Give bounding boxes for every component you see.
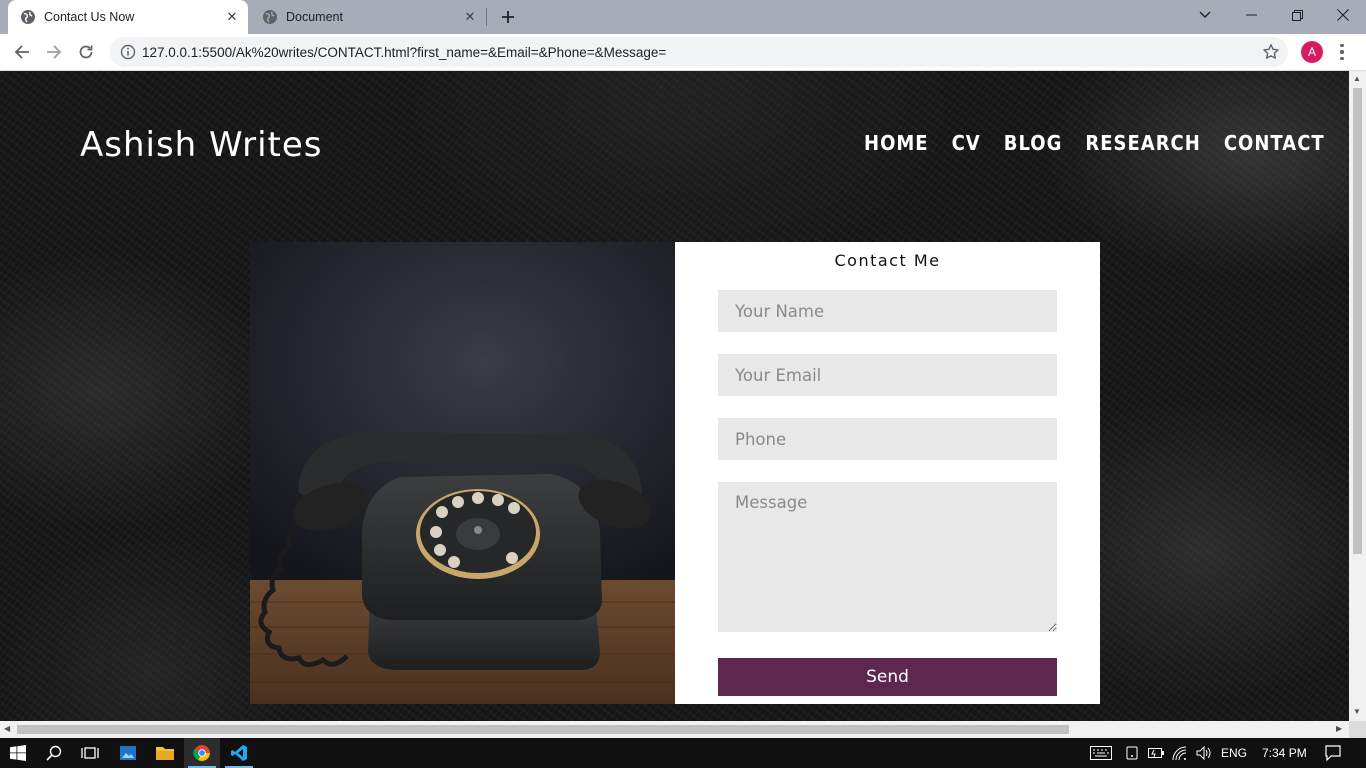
wifi-tray-icon[interactable]	[1168, 738, 1192, 768]
nav-home[interactable]: HOME	[864, 131, 929, 155]
speaker-icon	[1196, 746, 1211, 760]
profile-avatar[interactable]: A	[1301, 41, 1323, 63]
name-input[interactable]	[718, 290, 1057, 332]
start-button[interactable]	[0, 738, 36, 768]
task-view-button[interactable]	[72, 738, 108, 768]
close-tab-icon[interactable]: ✕	[222, 7, 242, 27]
windows-logo-icon	[10, 745, 26, 761]
tab-separator	[486, 8, 487, 26]
contact-card: Contact Me Send	[250, 242, 1100, 704]
device-icon	[1126, 746, 1138, 760]
vertical-scrollbar[interactable]: ▲ ▼	[1349, 71, 1366, 721]
battery-icon	[1148, 748, 1164, 758]
nav-contact[interactable]: CONTACT	[1224, 131, 1325, 155]
horizontal-scroll-thumb[interactable]	[17, 725, 1069, 734]
vertical-scroll-thumb[interactable]	[1353, 88, 1362, 554]
new-tab-button[interactable]	[496, 5, 520, 29]
address-url: 127.0.0.1:5500/Ak%20writes/CONTACT.html?…	[142, 44, 667, 60]
photos-icon	[120, 746, 136, 760]
windows-taskbar: ENG 7:34 PM	[0, 738, 1366, 768]
battery-tray-icon[interactable]	[1144, 738, 1168, 768]
scroll-left-icon[interactable]: ◀	[4, 724, 10, 733]
vscode-icon	[231, 745, 247, 761]
form-title: Contact Me	[834, 251, 941, 270]
back-button[interactable]	[8, 38, 36, 66]
main-nav: HOME CV BLOG RESEARCH CONTACT	[864, 131, 1325, 155]
browser-menu-icon[interactable]	[1336, 40, 1348, 64]
globe-icon	[21, 10, 35, 24]
language-indicator[interactable]: ENG	[1221, 738, 1247, 768]
close-icon	[1337, 9, 1349, 21]
chevron-down-icon	[1199, 11, 1211, 18]
photos-app-button[interactable]	[110, 738, 146, 768]
contact-form: Contact Me Send	[675, 242, 1100, 704]
send-button[interactable]: Send	[718, 658, 1057, 696]
reload-icon	[79, 45, 93, 59]
wifi-icon	[1172, 746, 1187, 760]
device-tray-icon[interactable]	[1120, 738, 1144, 768]
keyboard-icon	[1090, 746, 1112, 760]
volume-tray-icon[interactable]	[1192, 738, 1216, 768]
phone-input[interactable]	[718, 418, 1057, 460]
plus-icon	[502, 11, 514, 23]
tab-title: Contact Us Now	[44, 10, 135, 24]
tab-document[interactable]: Document ✕	[250, 0, 486, 34]
arrow-right-icon	[47, 45, 62, 59]
task-view-icon	[81, 747, 99, 759]
tab-search-button[interactable]	[1182, 0, 1228, 30]
scrollbar-corner	[1349, 721, 1366, 738]
close-tab-icon[interactable]: ✕	[460, 7, 480, 27]
minimize-button[interactable]	[1228, 0, 1274, 30]
notifications-button[interactable]	[1318, 738, 1348, 768]
search-icon	[46, 745, 62, 761]
vscode-taskbar-button[interactable]	[221, 738, 257, 768]
scroll-down-icon[interactable]: ▼	[1353, 707, 1361, 716]
chrome-taskbar-button[interactable]	[184, 738, 220, 768]
message-textarea[interactable]	[718, 482, 1057, 632]
scroll-right-icon[interactable]: ▶	[1336, 724, 1342, 733]
folder-icon	[156, 747, 174, 760]
page-viewport: Ashish Writes HOME CV BLOG RESEARCH CONT…	[0, 71, 1349, 721]
browser-tab-strip: Contact Us Now ✕ Document ✕	[0, 0, 1366, 34]
nav-blog[interactable]: BLOG	[1004, 131, 1063, 155]
address-bar[interactable]: 127.0.0.1:5500/Ak%20writes/CONTACT.html?…	[110, 37, 1288, 67]
forward-button[interactable]	[40, 38, 68, 66]
file-explorer-button[interactable]	[147, 738, 183, 768]
email-input[interactable]	[718, 354, 1057, 396]
scroll-up-icon[interactable]: ▲	[1353, 74, 1361, 83]
reload-button[interactable]	[72, 38, 100, 66]
nav-cv[interactable]: CV	[952, 131, 981, 155]
notification-icon	[1325, 745, 1341, 761]
close-window-button[interactable]	[1320, 0, 1366, 30]
nav-research[interactable]: RESEARCH	[1085, 131, 1200, 155]
clock[interactable]: 7:34 PM	[1262, 738, 1307, 768]
bookmark-star-icon[interactable]	[1262, 43, 1280, 61]
restore-button[interactable]	[1274, 0, 1320, 30]
minimize-icon	[1245, 14, 1257, 16]
site-title[interactable]: Ashish Writes	[80, 125, 323, 165]
keyboard-tray-icon[interactable]	[1086, 738, 1116, 768]
info-icon[interactable]	[120, 44, 136, 60]
tab-title: Document	[286, 10, 343, 24]
tab-contact-us-now[interactable]: Contact Us Now ✕	[8, 0, 248, 34]
horizontal-scrollbar[interactable]: ◀ ▶	[0, 721, 1349, 738]
globe-icon	[263, 10, 277, 24]
arrow-left-icon	[14, 45, 29, 59]
search-button[interactable]	[36, 738, 72, 768]
browser-toolbar: 127.0.0.1:5500/Ak%20writes/CONTACT.html?…	[0, 34, 1366, 71]
telephone-photo	[250, 242, 675, 704]
restore-icon	[1291, 9, 1303, 21]
chrome-icon	[193, 745, 210, 761]
